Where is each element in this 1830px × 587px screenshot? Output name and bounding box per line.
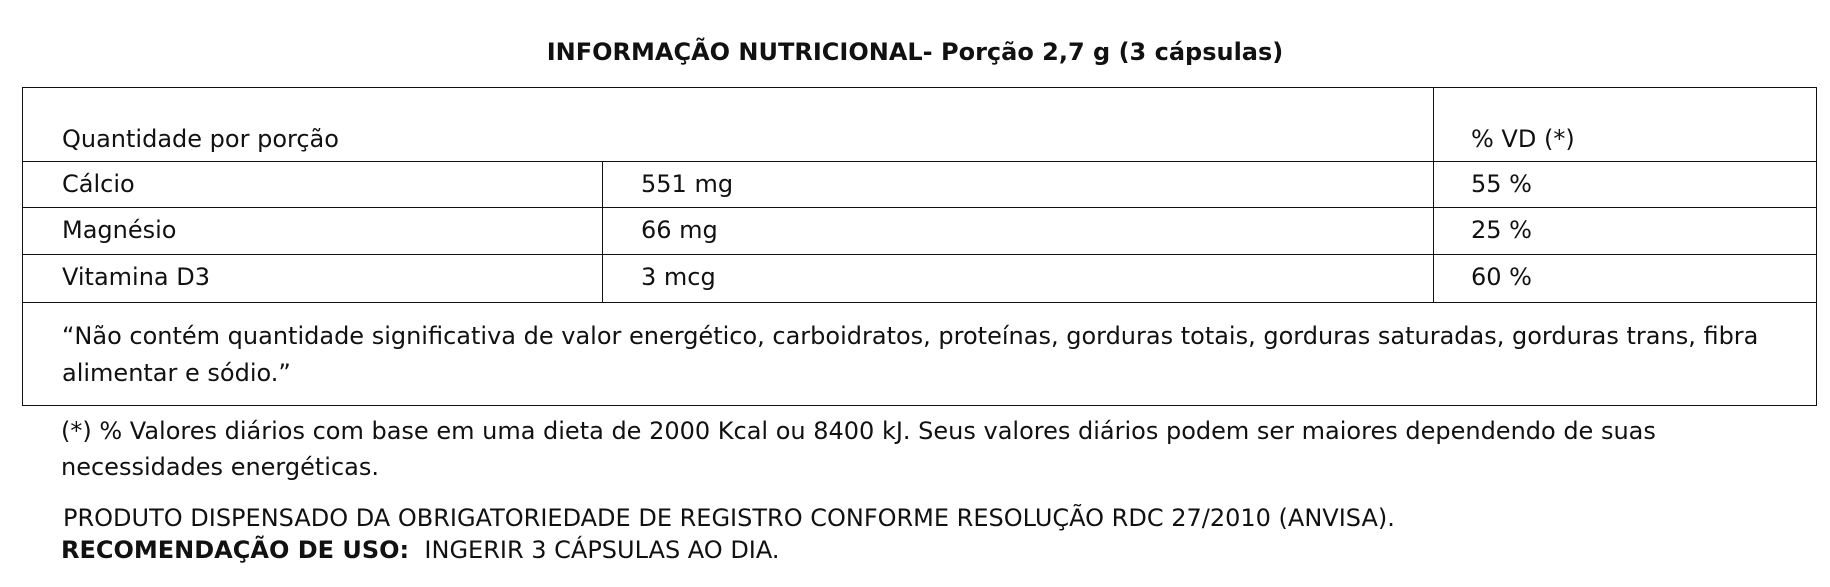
- recommendation-line: RECOMENDAÇÃO DE USO: INGERIR 3 CÁPSULAS …: [61, 532, 780, 568]
- nutrient-name: Cálcio: [62, 170, 135, 198]
- nutrient-vd: 55 %: [1471, 170, 1532, 198]
- nutrient-name: Magnésio: [62, 216, 177, 244]
- nutrition-table: Quantidade por porção % VD (*) Cálcio 55…: [22, 87, 1817, 406]
- table-title: INFORMAÇÃO NUTRICIONAL- Porção 2,7 g (3 …: [546, 38, 1284, 66]
- header-quantity-label: Quantidade por porção: [62, 125, 339, 153]
- nutrition-note: “Não contém quantidade significativa de …: [62, 322, 1759, 387]
- table-row: Cálcio 551 mg 55 %: [23, 162, 1816, 208]
- nutrient-amount: 66 mg: [641, 216, 718, 244]
- table-row: Magnésio 66 mg 25 %: [23, 208, 1816, 255]
- header-vd-label: % VD (*): [1471, 125, 1575, 153]
- column-divider: [1433, 88, 1434, 303]
- column-divider: [602, 162, 603, 303]
- table-row: Vitamina D3 3 mcg 60 %: [23, 255, 1816, 303]
- table-header-row: Quantidade por porção % VD (*): [23, 88, 1816, 162]
- recommendation-text: INGERIR 3 CÁPSULAS AO DIA.: [424, 536, 780, 564]
- nutrient-amount: 3 mcg: [641, 263, 716, 291]
- registration-notice: PRODUTO DISPENSADO DA OBRIGATORIEDADE DE…: [63, 504, 1395, 532]
- nutrient-vd: 60 %: [1471, 263, 1532, 291]
- daily-values-footnote: (*) % Valores diários com base em uma di…: [61, 417, 1656, 481]
- nutrient-amount: 551 mg: [641, 170, 734, 198]
- nutrient-name: Vitamina D3: [62, 263, 211, 291]
- nutrient-vd: 25 %: [1471, 216, 1532, 244]
- recommendation-label: RECOMENDAÇÃO DE USO:: [61, 536, 410, 564]
